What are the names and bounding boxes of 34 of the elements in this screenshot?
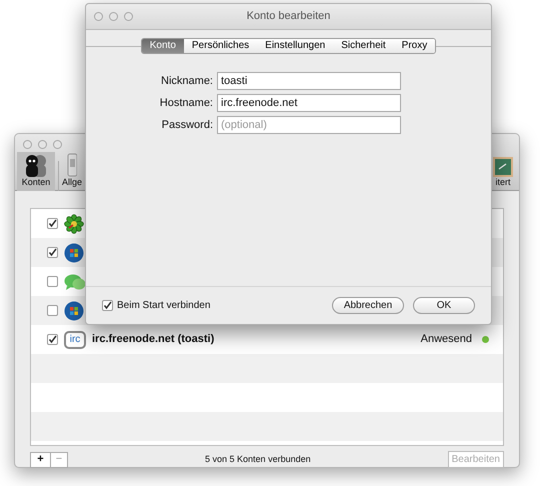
- field-label: Nickname:: [160, 74, 213, 89]
- text-field[interactable]: toasti: [217, 72, 401, 90]
- orb-icon: [64, 242, 84, 262]
- ok-button[interactable]: OK: [413, 297, 475, 314]
- checkbox[interactable]: [47, 334, 58, 345]
- status-summary: 5 von 5 Konten verbunden: [204, 452, 312, 466]
- tab[interactable]: Persönliches: [184, 39, 258, 53]
- tab[interactable]: Sicherheit: [333, 39, 394, 53]
- toolbar-tab[interactable]: itert: [493, 157, 513, 191]
- add-button[interactable]: +: [30, 452, 51, 468]
- tab[interactable]: Konto: [142, 39, 184, 53]
- chat-bubbles-icon: [64, 272, 86, 290]
- switch-icon: [67, 153, 77, 177]
- toolbar-tab[interactable]: Allge: [62, 153, 82, 191]
- account-name: irc.freenode.net (toasti): [92, 332, 214, 348]
- text-field[interactable]: (optional): [217, 116, 401, 134]
- field-label: Password:: [160, 118, 213, 133]
- text-field[interactable]: irc.freenode.net: [217, 94, 401, 112]
- checkbox[interactable]: [47, 276, 58, 287]
- flower-icon: [64, 214, 84, 234]
- window-title: Konto bearbeiten: [246, 9, 332, 24]
- status-text: Anwesend: [420, 332, 472, 348]
- checkbox[interactable]: [47, 305, 58, 316]
- tab[interactable]: Einstellungen: [257, 39, 334, 53]
- toolbar-tab[interactable]: Konten: [17, 152, 55, 191]
- cancel-button[interactable]: Abbrechen: [332, 297, 404, 314]
- orb-icon: [64, 300, 84, 320]
- irc-bubble-icon: irc: [64, 330, 86, 348]
- checkbox-label: Beim Start verbinden: [117, 299, 210, 313]
- checkbox[interactable]: [47, 247, 58, 258]
- checkbox[interactable]: [47, 218, 58, 229]
- field-label: Hostname:: [158, 96, 213, 111]
- checkbox[interactable]: [102, 300, 113, 311]
- tab[interactable]: Proxy: [394, 39, 436, 53]
